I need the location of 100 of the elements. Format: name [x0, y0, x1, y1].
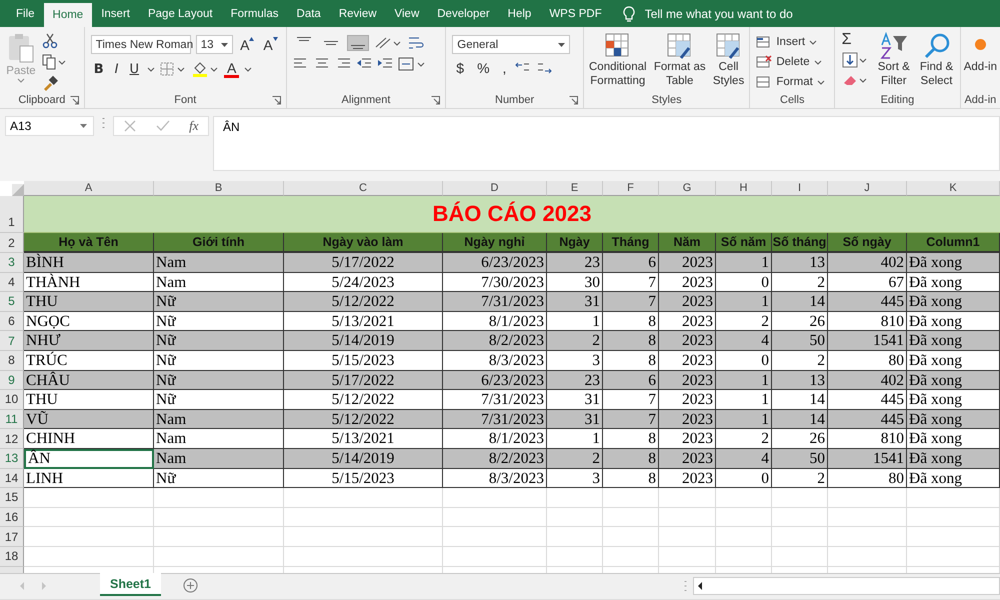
row-header[interactable]: 12: [0, 429, 24, 449]
empty-cell[interactable]: [154, 488, 284, 508]
next-sheet-icon[interactable]: [40, 581, 48, 591]
row-header[interactable]: 9: [0, 370, 24, 390]
dialog-launcher-icon[interactable]: [568, 96, 578, 105]
empty-cell[interactable]: [284, 508, 443, 528]
column-header[interactable]: B: [154, 181, 284, 196]
row-header[interactable]: 3: [0, 253, 24, 273]
styles-button[interactable]: Format as Table: [654, 32, 706, 88]
empty-cell[interactable]: [659, 546, 716, 566]
previous-sheet-icon[interactable]: [18, 581, 26, 591]
ribbon-tab[interactable]: WPS PDF: [540, 0, 611, 27]
add-ins-button[interactable]: Add-in: [964, 32, 997, 74]
sheet-tab[interactable]: Sheet1: [100, 573, 161, 596]
column-header[interactable]: G: [659, 181, 716, 196]
empty-cell[interactable]: [154, 527, 284, 547]
empty-cell[interactable]: [716, 508, 772, 528]
row-header[interactable]: 15: [0, 488, 24, 508]
empty-cell[interactable]: [659, 527, 716, 547]
column-header[interactable]: C: [284, 181, 443, 196]
empty-cell[interactable]: [284, 546, 443, 566]
empty-cell[interactable]: [907, 488, 1000, 508]
font-name-field[interactable]: Times New Roman: [90, 35, 191, 54]
empty-cell[interactable]: [772, 488, 828, 508]
grow-font-button[interactable]: A: [238, 36, 256, 52]
empty-cell[interactable]: [547, 527, 603, 547]
add-sheet-icon[interactable]: [183, 578, 198, 593]
empty-cell[interactable]: [547, 488, 603, 508]
row-header[interactable]: 2: [0, 233, 24, 253]
ribbon-tab[interactable]: Developer: [428, 0, 499, 27]
font-size-field[interactable]: 13: [196, 35, 234, 54]
ribbon-tab[interactable]: Formulas: [222, 0, 288, 27]
cancel-icon[interactable]: [123, 119, 138, 133]
empty-cell[interactable]: [659, 488, 716, 508]
ribbon-tab[interactable]: Page Layout: [138, 0, 222, 27]
enter-icon[interactable]: [156, 119, 170, 133]
dialog-launcher-icon[interactable]: [70, 96, 79, 105]
ribbon-tab[interactable]: Review: [330, 0, 386, 27]
empty-cell[interactable]: [284, 488, 443, 508]
cells-button[interactable]: Insert: [756, 35, 828, 49]
empty-cell[interactable]: [828, 546, 907, 566]
shrink-font-button[interactable]: A: [261, 36, 280, 52]
empty-cell[interactable]: [443, 527, 547, 547]
empty-cell[interactable]: [772, 508, 828, 528]
caret-icon[interactable]: [147, 66, 156, 72]
orientation-icon[interactable]: [374, 35, 402, 51]
wrap-text-icon[interactable]: [406, 35, 425, 51]
row-header[interactable]: 16: [0, 508, 24, 528]
empty-cell[interactable]: [659, 508, 716, 528]
row-header[interactable]: 4: [0, 272, 24, 292]
insert-function-button[interactable]: fx: [189, 118, 199, 134]
empty-cell[interactable]: [828, 527, 907, 547]
dialog-launcher-icon[interactable]: [431, 96, 440, 105]
empty-cell[interactable]: [828, 508, 907, 528]
row-header[interactable]: 18: [0, 546, 24, 566]
empty-cell[interactable]: [154, 546, 284, 566]
copy-icon[interactable]: [42, 54, 66, 70]
decrease-decimal-icon[interactable]: [536, 61, 552, 75]
styles-button[interactable]: Conditional Formatting: [589, 32, 647, 88]
number-format-button[interactable]: $: [452, 60, 468, 76]
cut-icon[interactable]: [42, 33, 58, 49]
row-header[interactable]: 14: [0, 468, 24, 488]
column-header[interactable]: D: [443, 181, 547, 196]
empty-cell[interactable]: [547, 508, 603, 528]
empty-cell[interactable]: [716, 527, 772, 547]
font-style-button[interactable]: B: [90, 62, 107, 76]
row-header[interactable]: 10: [0, 390, 24, 410]
empty-cell[interactable]: [716, 488, 772, 508]
empty-cell[interactable]: [547, 546, 603, 566]
number-format-button[interactable]: %: [473, 60, 494, 76]
ribbon-tab[interactable]: Help: [498, 0, 540, 27]
column-header[interactable]: F: [603, 181, 659, 196]
fill-color-icon[interactable]: [191, 60, 220, 78]
row-header[interactable]: 1: [0, 196, 24, 233]
empty-cell[interactable]: [603, 508, 659, 528]
fill-down-icon[interactable]: [842, 52, 868, 68]
styles-button[interactable]: Cell Styles: [712, 32, 744, 88]
cells-button[interactable]: Delete: [756, 55, 828, 69]
dialog-launcher-icon[interactable]: [272, 96, 281, 105]
ribbon-tab[interactable]: File: [7, 0, 44, 27]
empty-cell[interactable]: [907, 527, 1000, 547]
format-painter-icon[interactable]: [42, 75, 58, 91]
empty-cell[interactable]: [443, 508, 547, 528]
column-header[interactable]: K: [907, 181, 1000, 196]
empty-cell[interactable]: [603, 546, 659, 566]
empty-cell[interactable]: [443, 546, 547, 566]
empty-cell[interactable]: [772, 546, 828, 566]
autosum-button[interactable]: Σ: [842, 32, 868, 48]
number-format-button[interactable]: ,: [498, 60, 510, 76]
column-header[interactable]: A: [24, 181, 154, 196]
font-style-button[interactable]: U: [126, 62, 142, 76]
number-format-field[interactable]: General: [452, 35, 570, 54]
empty-cell[interactable]: [828, 488, 907, 508]
name-box[interactable]: A13: [5, 116, 94, 136]
row-header[interactable]: 11: [0, 410, 24, 430]
font-style-button[interactable]: I: [112, 62, 122, 76]
font-color-button[interactable]: A: [224, 60, 240, 78]
editing-button[interactable]: Find & Select: [920, 32, 954, 88]
select-all-icon[interactable]: [12, 184, 24, 196]
empty-cell[interactable]: [907, 546, 1000, 566]
